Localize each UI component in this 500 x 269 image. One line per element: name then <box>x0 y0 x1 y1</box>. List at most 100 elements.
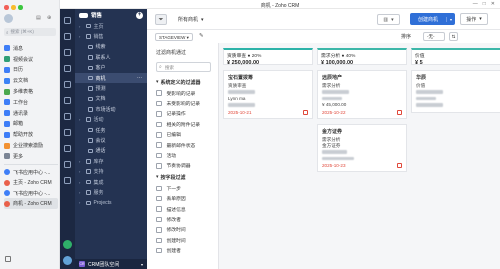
edit-icon[interactable]: ✎ <box>199 33 204 39</box>
chevron-down-icon[interactable]: ▾ <box>446 16 455 22</box>
checkbox[interactable] <box>156 111 162 117</box>
maximize-icon[interactable]: □ <box>483 1 486 7</box>
filter-option[interactable]: 丢单原因 <box>156 194 218 204</box>
system-filter-section[interactable]: ▾ 系统定义的过滤器 <box>156 76 218 88</box>
nav-item[interactable]: › 库存 <box>75 156 147 166</box>
filter-option[interactable]: 最新邮件状态 <box>156 140 218 150</box>
analytics-icon[interactable] <box>64 129 71 136</box>
new-item-icon[interactable]: ⊕ <box>47 15 51 21</box>
stage-view-selector[interactable]: STAGEVIEW ▾ <box>155 33 193 41</box>
nav-item[interactable]: › 销售 <box>75 31 147 41</box>
app-item[interactable]: 更多 <box>4 151 58 162</box>
nav-item[interactable]: 市场活动 <box>75 104 147 114</box>
app-item[interactable]: 视频会议 <box>4 54 58 65</box>
sort-select[interactable]: -无- <box>423 32 445 41</box>
profile-avatar[interactable] <box>63 256 72 265</box>
checkbox[interactable] <box>156 227 162 233</box>
filter-option[interactable]: 未受影响的记录 <box>156 98 218 108</box>
checkbox[interactable] <box>156 121 162 128</box>
app-item[interactable]: 消息 <box>4 43 58 54</box>
filter-option[interactable]: 创建者 <box>156 245 218 255</box>
nav-item[interactable]: 会议 <box>75 135 147 145</box>
checkbox[interactable] <box>156 237 162 244</box>
nav-item[interactable]: › 主页 <box>75 21 147 31</box>
home-icon[interactable] <box>64 33 71 40</box>
add-icon[interactable]: + <box>136 11 143 19</box>
nav-item[interactable]: › 集成 <box>75 177 147 187</box>
deal-card[interactable]: 宝石置拨筹 资质审查 Lynn ma 2025-10-21 <box>223 70 313 119</box>
recent-tab-item[interactable]: 飞书应用中心 -... <box>4 188 58 199</box>
crm-logo-icon[interactable] <box>64 17 71 24</box>
nav-item[interactable]: 预测 <box>75 83 147 93</box>
column-header[interactable]: 价值 ¥ 5 <box>411 48 500 66</box>
recent-tab-item[interactable]: 主页 - Zoho CRM <box>4 177 58 188</box>
app-item[interactable]: 通讯录 <box>4 108 58 119</box>
column-header[interactable]: 资质审查 ● 20% ¥ 250,000.00 <box>223 48 313 66</box>
filter-search-input[interactable]: ⌕ 搜索 <box>156 62 211 72</box>
deal-card[interactable]: 金方证券 需求分析 金方证券 2025-10-23 <box>317 123 407 173</box>
checkbox[interactable] <box>156 152 162 159</box>
nav-item[interactable]: 联系人 <box>75 52 147 62</box>
app-item[interactable]: 日历 <box>4 65 58 76</box>
workspace-switcher[interactable]: CR CRM团队空间 ▾ <box>75 259 147 269</box>
minimize-dot-icon[interactable] <box>11 5 16 10</box>
checkbox[interactable] <box>156 206 162 212</box>
minimize-icon[interactable]: — <box>473 1 478 7</box>
overdue-flag-icon[interactable] <box>397 163 402 169</box>
status-icon[interactable] <box>63 240 72 249</box>
checkbox[interactable] <box>156 163 162 169</box>
global-search-input[interactable]: ⌕ 搜索 (⌘+K) <box>4 28 56 36</box>
nav-item[interactable]: 线索 <box>75 42 147 52</box>
checkbox[interactable] <box>156 195 162 202</box>
more-options-icon[interactable]: ··· <box>137 75 142 81</box>
deal-card[interactable]: 华辰 价值 <box>411 70 500 113</box>
filter-icon[interactable]: ⏷ <box>155 14 167 25</box>
filter-option[interactable]: 下一步 <box>156 183 218 193</box>
deal-title[interactable]: 宝石置拨筹 <box>228 74 308 81</box>
settings-icon[interactable] <box>5 256 11 262</box>
checkbox[interactable] <box>156 185 162 192</box>
view-selector[interactable]: 所有商机 ▾ <box>175 14 207 25</box>
nav-item[interactable]: 通话 <box>75 146 147 156</box>
field-filter-section[interactable]: ▾ 按字段过滤 <box>156 171 218 183</box>
create-deal-button[interactable]: 创建商机 ▾ <box>410 13 455 25</box>
app-item[interactable]: 企业搜索激励 <box>4 140 58 151</box>
nav-item[interactable]: 商机 ··· <box>75 72 147 84</box>
filter-option[interactable]: 已编辑 <box>156 130 218 140</box>
nav-item[interactable]: 文档 <box>75 94 147 104</box>
nav-item[interactable]: 任务 <box>75 125 147 135</box>
app-item[interactable]: 工作台 <box>4 97 58 108</box>
search-icon[interactable] <box>64 49 71 56</box>
app-item[interactable]: 帮助开放 <box>4 129 58 140</box>
calendar-icon[interactable] <box>64 81 71 88</box>
filter-option[interactable]: 相关的附件记录 <box>156 119 218 129</box>
checkbox[interactable] <box>156 247 162 254</box>
close-icon[interactable]: ✕ <box>491 1 495 7</box>
deal-title[interactable]: 华辰 <box>416 74 496 81</box>
recent-tab-item[interactable]: 飞书应用中心 -... <box>4 167 58 178</box>
bell-icon[interactable] <box>64 65 71 72</box>
app-item[interactable]: 多维表格 <box>4 86 58 97</box>
nav-item[interactable]: › 活动 <box>75 115 147 125</box>
chat-icon[interactable] <box>64 113 71 120</box>
marketplace-icon[interactable] <box>64 145 71 152</box>
nav-item[interactable]: 客户 <box>75 63 147 73</box>
checkbox[interactable] <box>156 100 162 107</box>
app-item[interactable]: 云文档 <box>4 75 58 86</box>
window-traffic-lights[interactable] <box>4 5 23 10</box>
checkbox[interactable] <box>156 142 162 148</box>
overdue-flag-icon[interactable] <box>303 109 308 115</box>
filter-option[interactable]: 修改者 <box>156 214 218 224</box>
recent-tab-item[interactable]: 商机 - Zoho CRM <box>4 198 58 209</box>
column-header[interactable]: 需求分析 ● 40% ¥ 100,000.00 <box>317 48 407 66</box>
checkbox[interactable] <box>156 132 162 138</box>
mail-icon[interactable] <box>64 97 71 104</box>
close-dot-icon[interactable] <box>4 5 9 10</box>
sort-order-icon[interactable]: ⇅ <box>449 32 458 41</box>
filter-option[interactable]: 创建时间 <box>156 235 218 245</box>
help-icon[interactable] <box>64 177 71 184</box>
app-item[interactable]: 邮箱 <box>4 119 58 130</box>
filter-option[interactable]: 记录操作 <box>156 109 218 119</box>
nav-item[interactable]: › Projects <box>75 198 147 208</box>
deal-card[interactable]: 远辰地产 需求分析 ¥ 45,000.00 2025-10-22 <box>317 70 407 119</box>
